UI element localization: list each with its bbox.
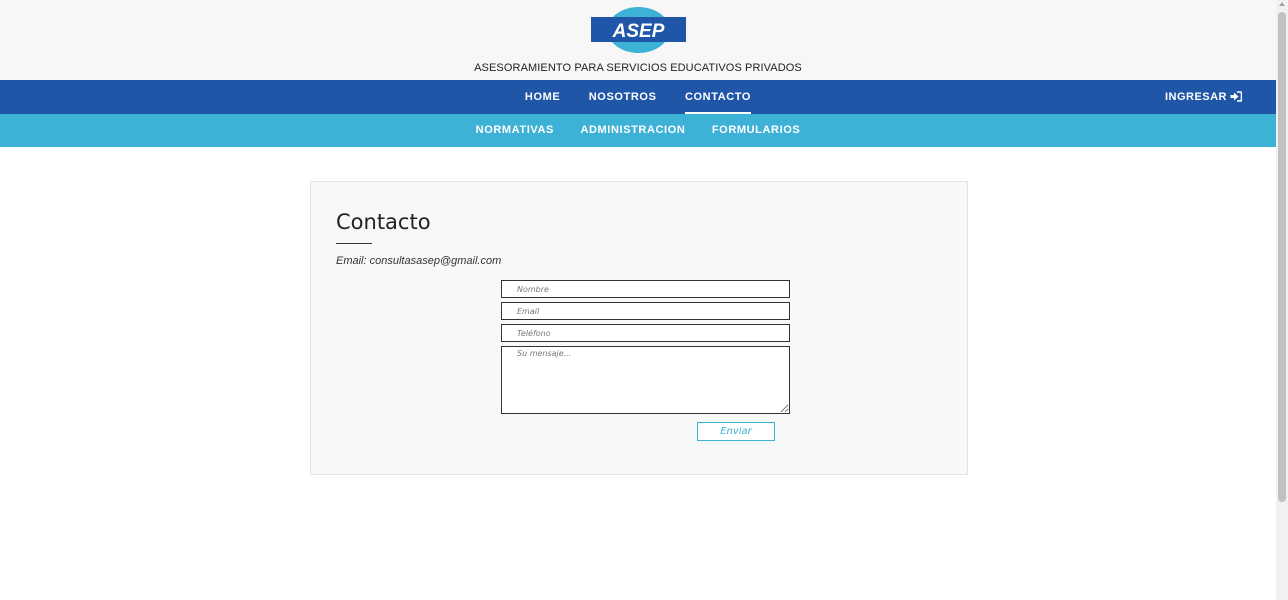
site-tagline: ASESORAMIENTO PARA SERVICIOS EDUCATIVOS …: [474, 62, 802, 74]
contact-email: Email: consultasasep@gmail.com: [336, 255, 502, 267]
login-link[interactable]: INGRESAR: [1164, 80, 1243, 114]
page-title: Contacto: [336, 210, 431, 234]
nav-nosotros[interactable]: NOSOTROS: [589, 80, 657, 114]
page: ASEP ASESORAMIENTO PARA SERVICIOS EDUCAT…: [0, 0, 1276, 600]
site-header: ASEP ASESORAMIENTO PARA SERVICIOS EDUCAT…: [0, 0, 1276, 80]
sub-nav: NORMATIVAS ADMINISTRACION FORMULARIOS: [0, 114, 1276, 147]
scrollbar-thumb[interactable]: [1278, 12, 1286, 502]
phone-input[interactable]: [501, 324, 790, 342]
scroll-up-arrow-icon[interactable]: [1279, 2, 1285, 6]
page-scrollbar[interactable]: [1276, 0, 1288, 600]
message-textarea[interactable]: [501, 346, 790, 414]
nav-formularios[interactable]: FORMULARIOS: [712, 114, 800, 147]
nav-normativas[interactable]: NORMATIVAS: [476, 114, 554, 147]
main-nav: HOME NOSOTROS CONTACTO INGRESAR: [0, 80, 1276, 114]
nav-home[interactable]: HOME: [525, 80, 560, 114]
email-input[interactable]: [501, 302, 790, 320]
nav-contacto[interactable]: CONTACTO: [684, 80, 752, 114]
contact-card: Contacto Email: consultasasep@gmail.com …: [310, 181, 968, 475]
logo-text: ASEP: [612, 21, 665, 42]
name-input[interactable]: [501, 280, 790, 298]
asep-logo[interactable]: ASEP: [591, 7, 686, 53]
login-label: INGRESAR: [1164, 91, 1227, 103]
title-underline: [336, 243, 372, 244]
sign-in-icon: [1230, 91, 1243, 102]
send-button[interactable]: Enviar: [697, 422, 775, 441]
nav-administracion[interactable]: ADMINISTRACION: [580, 114, 685, 147]
